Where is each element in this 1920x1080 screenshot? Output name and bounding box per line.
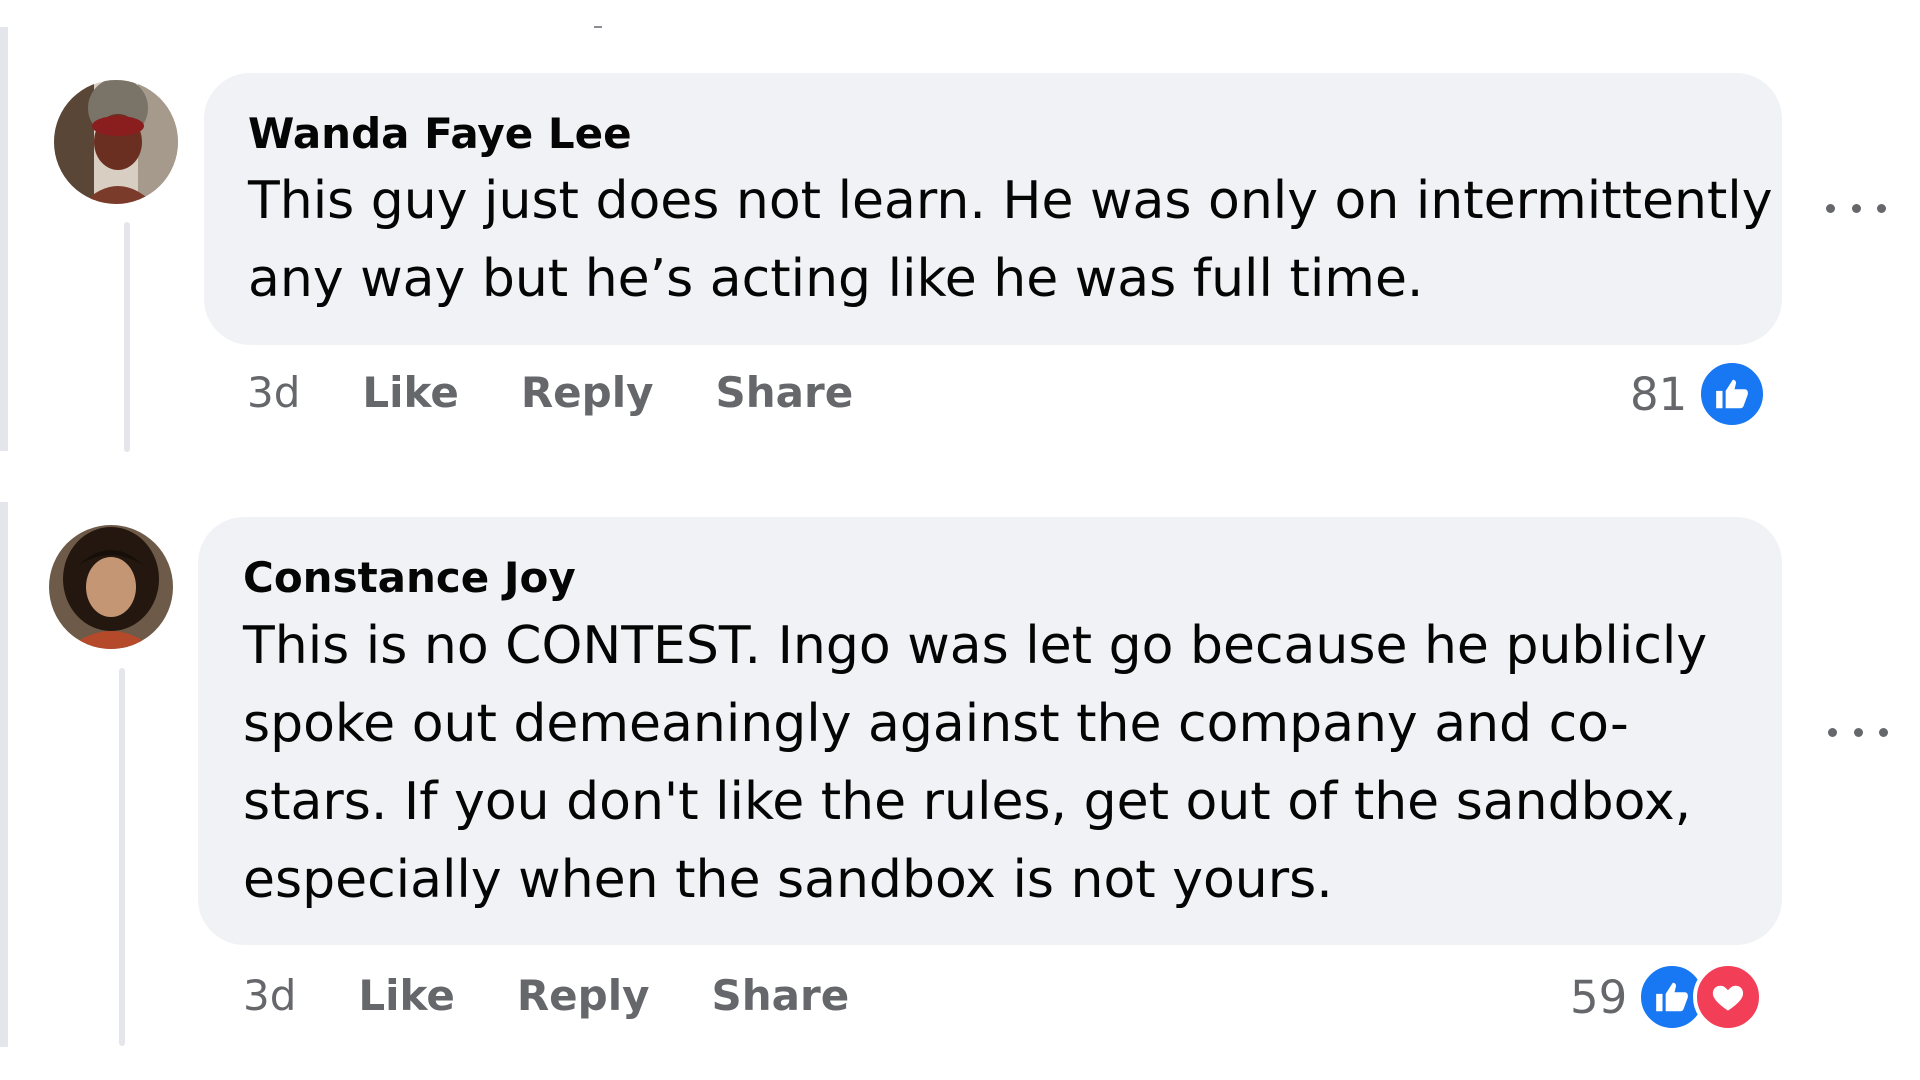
page-edge	[0, 502, 8, 1047]
comment-actions: 3d Like Reply Share	[247, 372, 915, 414]
comment-text-line: This is no CONTEST. Ingo was let go beca…	[243, 616, 1708, 676]
thread-line	[119, 668, 125, 1046]
reply-button[interactable]: Reply	[517, 975, 650, 1017]
reaction-summary[interactable]: 81	[1630, 359, 1768, 429]
dot	[1826, 203, 1835, 213]
avatar-photo	[49, 525, 173, 649]
comment-timestamp[interactable]: 3d	[247, 372, 300, 414]
comment-author[interactable]: Wanda Faye Lee	[248, 113, 632, 155]
comment-text: This is no CONTEST. Ingo was let go beca…	[243, 607, 1707, 919]
reply-button[interactable]: Reply	[521, 372, 654, 414]
divider	[594, 26, 602, 28]
like-button[interactable]: Like	[362, 372, 458, 414]
thread-line	[124, 222, 130, 452]
avatar[interactable]	[49, 525, 173, 649]
comment-text: This guy just does not learn. He was onl…	[248, 162, 1773, 318]
reaction-count: 81	[1630, 367, 1688, 421]
comment-author[interactable]: Constance Joy	[243, 557, 576, 599]
comment-text-line: stars. If you don't like the rules, get …	[243, 772, 1692, 832]
reaction-count: 59	[1570, 970, 1628, 1024]
comment-timestamp[interactable]: 3d	[243, 975, 296, 1017]
dot	[1851, 203, 1861, 213]
dot	[1853, 727, 1863, 737]
share-button[interactable]: Share	[716, 372, 854, 414]
comment-bubble: Constance Joy This is no CONTEST. Ingo w…	[198, 517, 1782, 945]
more-options-button[interactable]	[1828, 720, 1888, 744]
like-button[interactable]: Like	[358, 975, 454, 1017]
avatar[interactable]	[54, 80, 178, 204]
comment-actions: 3d Like Reply Share	[243, 975, 911, 1017]
dot	[1828, 727, 1837, 737]
like-icon	[1697, 359, 1768, 429]
reaction-summary[interactable]: 59	[1570, 962, 1764, 1032]
comment-text-line: especially when the sandbox is not yours…	[243, 850, 1333, 910]
comment-text-line: spoke out demeaningly against the compan…	[243, 694, 1629, 754]
comment-text-line: any way but he’s acting like he was full…	[248, 249, 1424, 309]
share-button[interactable]: Share	[712, 975, 850, 1017]
dot	[1879, 727, 1888, 737]
more-options-button[interactable]	[1826, 196, 1886, 220]
dot	[1877, 203, 1886, 213]
avatar-photo	[54, 80, 178, 204]
page-edge	[0, 27, 8, 451]
comment-text-line: This guy just does not learn. He was onl…	[248, 171, 1773, 231]
love-icon	[1693, 962, 1764, 1032]
comment-bubble: Wanda Faye Lee This guy just does not le…	[204, 73, 1782, 345]
